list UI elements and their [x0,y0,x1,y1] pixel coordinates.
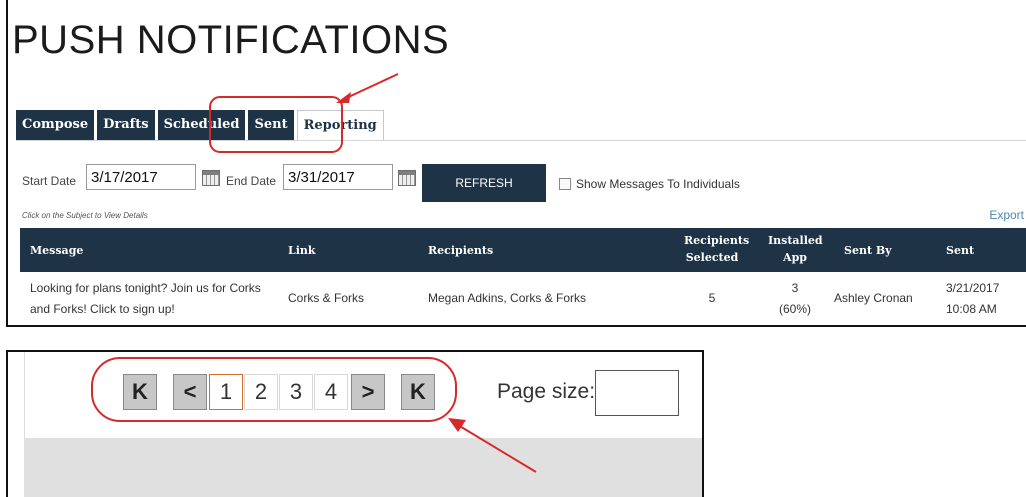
sent-date: 3/21/2017 [946,281,1000,295]
column-header-installed-line1: Installed [768,234,823,247]
end-date-label: End Date [226,174,277,188]
table-row[interactable]: Looking for plans tonight? Join us for C… [20,272,1026,328]
tab-scheduled[interactable]: Scheduled [157,110,246,140]
reporting-screenshot-panel: PUSH NOTIFICATIONS Compose Drafts Schedu… [6,0,1026,327]
tab-drafts[interactable]: Drafts [97,110,155,140]
column-header-recipients-selected-line2: Selected [685,251,739,264]
recipients-cell: Megan Adkins, Corks & Forks [428,291,587,305]
recipients-selected-cell: 5 [708,291,716,305]
tab-divider [16,140,1026,141]
export-link[interactable]: Export [989,208,1024,222]
installed-count: 3 [791,281,799,295]
tab-bar: Compose Drafts Scheduled Sent Reporting [16,110,384,141]
first-page-button[interactable]: K [123,374,157,410]
page-size-label: Page size: [497,380,596,403]
show-individuals-label: Show Messages To Individuals [576,177,740,191]
sent-by-cell: Ashley Cronan [834,291,913,305]
show-individuals-checkbox[interactable] [559,178,571,190]
installed-percent: (60%) [778,302,811,316]
page-1-button[interactable]: 1 [209,374,243,410]
message-cell[interactable]: Looking for plans tonight? Join us for C… [30,278,261,320]
tab-sent[interactable]: Sent [248,110,294,140]
start-date-label: Start Date [22,174,77,188]
end-date-input[interactable] [283,164,393,190]
last-page-button[interactable]: K [401,374,435,410]
installed-app-cell: 3 (60%) [768,278,822,320]
sent-time: 10:08 AM [946,302,997,316]
gray-footer-strip [24,438,702,497]
column-header-message[interactable]: Message [30,244,83,257]
column-header-recipients-selected[interactable]: Recipients Selected [684,234,750,264]
page-4-button[interactable]: 4 [314,374,348,410]
page-size-input[interactable] [595,370,679,416]
column-header-sent[interactable]: Sent [946,244,974,257]
tab-reporting[interactable]: Reporting [296,110,384,141]
column-header-recipients-selected-line1: Recipients [684,234,750,247]
messages-table: Message Link Recipients Recipients Selec… [20,228,1026,328]
page-2-button[interactable]: 2 [244,374,278,410]
next-page-button[interactable]: > [351,374,385,410]
column-header-installed-line2: App [783,251,807,264]
message-line-1: Looking for plans tonight? Join us for C… [30,281,261,295]
page-3-button[interactable]: 3 [279,374,313,410]
date-filter-bar: Start Date End Date REFRESH Show Message… [22,164,1022,202]
calendar-icon[interactable] [398,170,416,186]
show-individuals-toggle[interactable]: Show Messages To Individuals [559,177,740,191]
prev-page-button[interactable]: < [173,374,207,410]
column-header-sent-by[interactable]: Sent By [844,244,892,257]
calendar-icon[interactable] [202,170,220,186]
column-header-link[interactable]: Link [288,244,316,257]
start-date-input[interactable] [86,164,196,190]
column-header-installed-app[interactable]: Installed App [768,234,823,264]
pager-area: K < 1 2 3 4 > K Page size: [24,352,702,438]
pager-screenshot-panel: K < 1 2 3 4 > K Page size: [6,350,704,497]
refresh-button[interactable]: REFRESH [422,164,546,202]
tab-compose[interactable]: Compose [16,110,95,140]
table-header: Message Link Recipients Recipients Selec… [20,228,1026,272]
page-title: PUSH NOTIFICATIONS [12,18,450,62]
details-hint: Click on the Subject to View Details [22,211,148,220]
link-cell: Corks & Forks [288,291,365,305]
column-header-recipients[interactable]: Recipients [428,244,493,257]
sent-cell: 3/21/2017 10:08 AM [946,278,999,320]
message-line-2: and Forks! Click to sign up! [30,302,175,316]
